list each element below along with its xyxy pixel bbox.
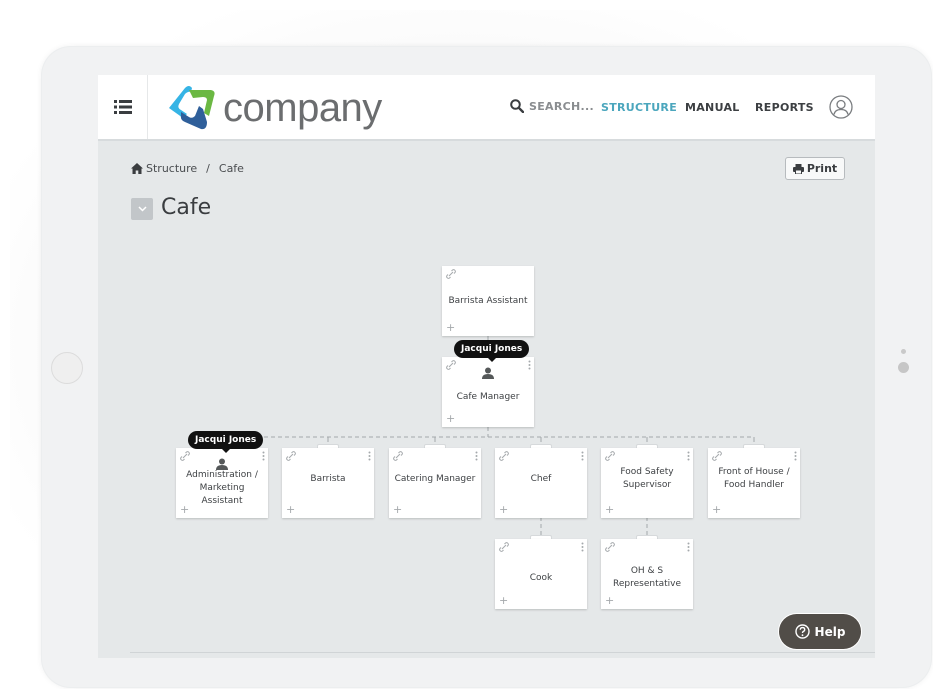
node-title: Front of House / Food Handler bbox=[718, 467, 790, 490]
add-child-icon[interactable]: + bbox=[446, 322, 455, 333]
org-node-food-safety-supervisor[interactable]: Food Safety Supervisor + bbox=[601, 448, 693, 518]
add-child-icon[interactable]: + bbox=[605, 595, 614, 606]
add-child-icon[interactable]: + bbox=[499, 504, 508, 515]
node-title: OH & S Representative bbox=[613, 566, 682, 589]
assignee-tooltip: Jacqui Jones bbox=[454, 340, 530, 362]
node-title: Cook bbox=[529, 572, 553, 583]
node-title: Chef bbox=[530, 473, 552, 484]
node-title: Cafe Manager bbox=[456, 391, 520, 402]
org-node-cook[interactable]: Cook + bbox=[495, 539, 587, 609]
assignee-tooltip: Jacqui Jones bbox=[188, 431, 264, 453]
add-child-icon[interactable]: + bbox=[499, 595, 508, 606]
org-node-ohs-representative[interactable]: OH & S Representative + bbox=[601, 539, 693, 609]
org-node-chef[interactable]: Chef + bbox=[495, 448, 587, 518]
help-label: Help bbox=[814, 624, 846, 639]
add-child-icon[interactable]: + bbox=[180, 504, 189, 515]
org-node-front-of-house[interactable]: Front of House / Food Handler + bbox=[708, 448, 800, 518]
add-child-icon[interactable]: + bbox=[446, 413, 455, 424]
tablet-camera bbox=[898, 362, 909, 373]
org-node-barrista-assistant[interactable]: Barrista Assistant + bbox=[442, 266, 534, 336]
tablet-sensor bbox=[901, 349, 906, 354]
node-title: Food Safety Supervisor bbox=[620, 467, 674, 490]
org-node-barrista[interactable]: Barrista + bbox=[282, 448, 374, 518]
footer-divider bbox=[130, 652, 875, 653]
app-screen: company SEARCH... STRUCTURE MANUAL REPOR… bbox=[98, 75, 875, 658]
help-button[interactable]: Help bbox=[779, 614, 861, 649]
add-child-icon[interactable]: + bbox=[712, 504, 721, 515]
node-title: Barrista bbox=[310, 473, 346, 484]
node-title: Catering Manager bbox=[394, 473, 476, 484]
node-title: Barrista Assistant bbox=[448, 295, 528, 306]
org-node-admin-marketing[interactable]: Administration / Marketing Assistant + bbox=[176, 448, 268, 518]
node-title: Administration / Marketing Assistant bbox=[186, 469, 258, 506]
org-node-catering-manager[interactable]: Catering Manager + bbox=[389, 448, 481, 518]
question-circle-icon bbox=[794, 624, 810, 639]
add-child-icon[interactable]: + bbox=[286, 504, 295, 515]
add-child-icon[interactable]: + bbox=[605, 504, 614, 515]
tablet-home-button bbox=[51, 352, 83, 384]
add-child-icon[interactable]: + bbox=[393, 504, 402, 515]
org-node-cafe-manager[interactable]: Cafe Manager + bbox=[442, 357, 534, 427]
